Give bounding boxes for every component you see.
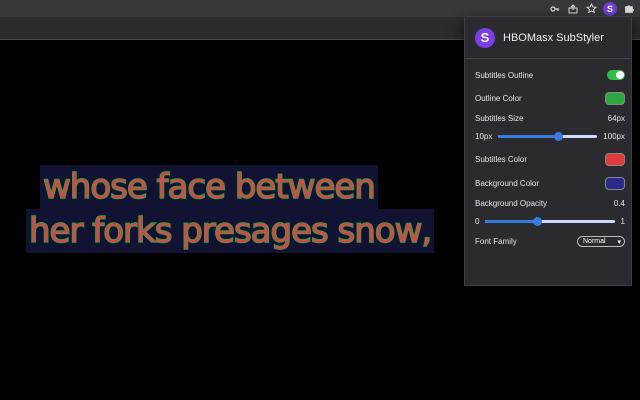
popup-title: HBOMasx SubStyler	[503, 31, 604, 44]
font-family-row: Font Family Normal ▾	[475, 236, 625, 247]
key-icon[interactable]	[549, 3, 561, 15]
bg-color-label: Background Color	[475, 179, 540, 188]
size-slider-fill	[498, 135, 558, 138]
bg-opacity-value: 0.4	[613, 199, 625, 208]
app-logo-icon: S	[475, 27, 495, 48]
size-slider-row: 10px 100px	[475, 132, 625, 141]
outline-label: Subtitles Outline	[475, 70, 534, 80]
subtitle-color-row: Subtitles Color	[475, 153, 625, 166]
bg-color-picker[interactable]	[605, 177, 625, 190]
size-min-label: 10px	[475, 132, 493, 141]
outline-toggle[interactable]	[607, 70, 625, 80]
extension-icon[interactable]: S	[603, 1, 617, 16]
opacity-slider-fill	[485, 220, 538, 223]
size-max-label: 100px	[603, 132, 625, 141]
share-icon[interactable]	[567, 3, 579, 15]
size-slider[interactable]	[498, 132, 598, 141]
subtitle-line-2: her forks presages snow,	[26, 209, 435, 253]
extension-popup: S HBOMasx SubStyler Subtitles Outline Ou…	[464, 16, 632, 286]
outline-row: Subtitles Outline	[475, 70, 625, 80]
star-icon[interactable]	[585, 3, 597, 15]
bg-opacity-row: Background Opacity 0.4	[475, 199, 625, 208]
browser-titlebar: S	[0, 0, 640, 17]
size-row: Subtitles Size 64px	[475, 114, 625, 123]
puzzle-icon[interactable]	[623, 3, 635, 15]
font-family-value: Normal	[583, 238, 606, 245]
opacity-slider-row: 0 1	[475, 217, 625, 226]
subtitle-color-picker[interactable]	[605, 153, 625, 166]
opacity-slider-thumb[interactable]	[533, 217, 543, 226]
chevron-down-icon: ▾	[617, 238, 621, 246]
popup-header: S HBOMasx SubStyler	[465, 17, 631, 59]
size-slider-thumb[interactable]	[553, 132, 563, 141]
subtitle-line-1: whose face between	[40, 165, 378, 209]
font-family-select[interactable]: Normal ▾	[577, 236, 625, 247]
size-value: 64px	[607, 114, 625, 123]
bg-color-row: Background Color	[475, 177, 625, 190]
subtitle-color-label: Subtitles Color	[475, 155, 528, 164]
opacity-min-label: 0	[475, 217, 480, 226]
outline-color-row: Outline Color	[475, 92, 625, 105]
font-family-label: Font Family	[475, 237, 517, 246]
opacity-max-label: 1	[620, 217, 625, 226]
bg-opacity-label: Background Opacity	[475, 199, 548, 208]
outline-color-label: Outline Color	[475, 94, 522, 103]
opacity-slider[interactable]	[485, 217, 615, 226]
size-label: Subtitles Size	[475, 114, 524, 123]
outline-color-picker[interactable]	[605, 92, 625, 105]
